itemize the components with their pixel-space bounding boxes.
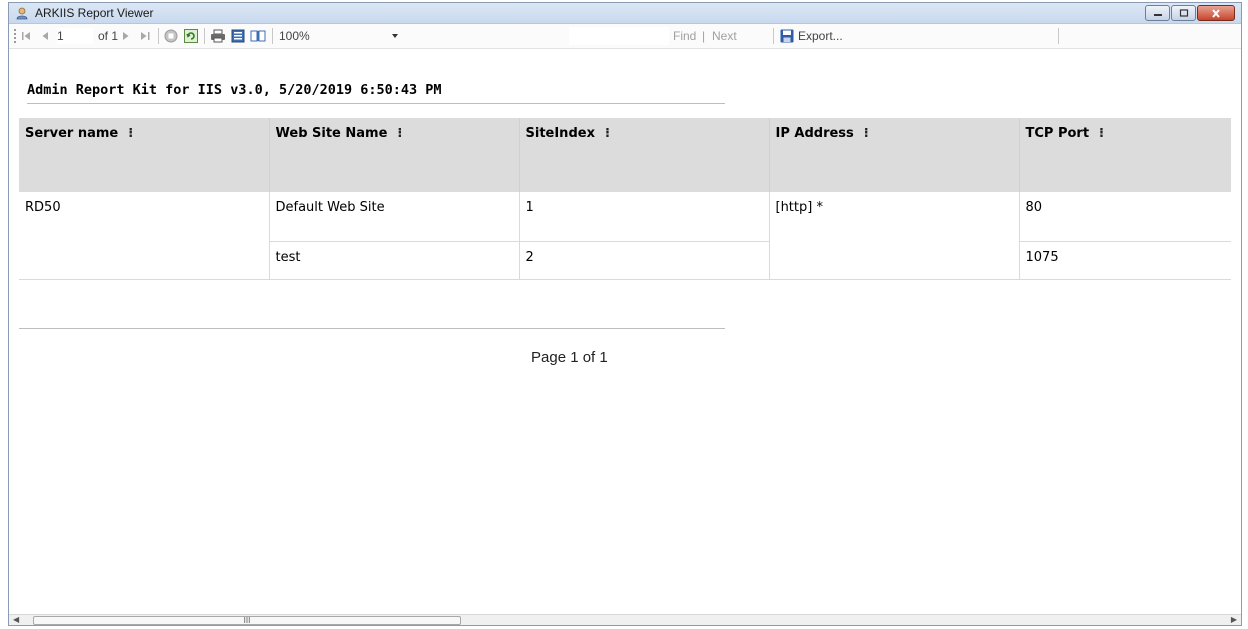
column-header-server-name[interactable]: Server name ⁝ [19,118,269,192]
horizontal-scrollbar[interactable]: ◀ III ▶ [9,614,1241,625]
table-header-row: Server name ⁝ Web Site Name ⁝ SiteIndex ⁝ I… [19,118,1231,192]
previous-page-button[interactable] [41,28,49,44]
toolbar-grip[interactable] [14,29,16,43]
page-count-label: of 1 [98,29,119,43]
sort-icon[interactable]: ⁝ [128,126,133,141]
zoom-value: 100% [279,29,310,43]
report-title: Admin Report Kit for IIS v3.0, 5/20/2019… [27,82,442,98]
printer-icon [211,29,225,43]
report-table-wrapper: Server name ⁝ Web Site Name ⁝ SiteIndex ⁝ I… [19,118,1239,280]
toolbar-separator [1058,28,1059,44]
stop-button[interactable] [164,28,178,44]
toolbar-separator [158,28,159,44]
refresh-button[interactable] [184,28,198,44]
minimize-icon [1153,14,1162,16]
window-controls [1145,5,1235,21]
column-header-label: Server name [25,126,119,141]
stop-icon [164,29,178,43]
sort-icon[interactable]: ⁝ [1099,126,1104,141]
toolbar-separator [204,28,205,44]
cell-server-name [19,241,269,280]
scrollbar-grip: III [243,616,251,625]
zoom-dropdown-arrow[interactable] [391,28,399,44]
first-page-button[interactable] [21,28,33,44]
report-table: Server name ⁝ Web Site Name ⁝ SiteIndex ⁝ I… [19,118,1231,280]
toolbar-separator [773,28,774,44]
column-header-label: IP Address [775,126,854,141]
table-row: test 2 1075 [19,241,1231,280]
export-label: Export... [798,29,843,43]
column-header-tcp-port[interactable]: TCP Port ⁝ [1018,118,1231,192]
print-layout-button[interactable] [231,28,245,44]
previous-page-icon [42,32,48,40]
sort-icon[interactable]: ⁝ [397,126,402,141]
user-report-icon [16,7,28,20]
cell-ip-address: [http] * [768,192,1019,241]
scroll-right-arrow[interactable]: ▶ [1231,615,1237,625]
minimize-button[interactable] [1145,5,1170,21]
sort-icon[interactable]: ⁝ [864,126,869,141]
column-header-siteindex[interactable]: SiteIndex ⁝ [518,118,769,192]
save-disk-icon [780,29,794,43]
sort-icon[interactable]: ⁝ [605,126,610,141]
cell-web-site-name: test [268,241,519,280]
page-footer-label: Page 1 of 1 [531,349,608,366]
window-title: ARKIIS Report Viewer [35,6,154,20]
maximize-icon [1179,9,1188,17]
find-input[interactable] [569,27,669,45]
first-page-icon [22,32,30,40]
export-button[interactable]: Export... [780,28,843,44]
report-toolbar: 1 of 1 100% Find | Next Export... [9,24,1241,49]
page-number-input[interactable]: 1 [57,28,93,44]
maximize-button[interactable] [1171,5,1196,21]
close-button[interactable] [1197,5,1235,21]
table-row: RD50 Default Web Site 1 [http] * 80 [19,192,1231,242]
zoom-select[interactable]: 100% [279,27,419,45]
next-page-button[interactable] [122,28,130,44]
scrollbar-thumb[interactable]: III [33,616,461,625]
next-page-icon [123,32,129,40]
toolbar-separator [272,28,273,44]
find-separator: | [702,29,706,43]
report-viewer-window: ARKIIS Report Viewer 1 of 1 100% Find | … [8,2,1242,626]
find-button[interactable]: Find [673,28,696,44]
column-header-ip-address[interactable]: IP Address ⁝ [768,118,1019,192]
cell-server-name: RD50 [25,200,61,215]
cell-tcp-port: 1075 [1018,241,1231,280]
cell-siteindex: 2 [518,241,769,280]
title-bar: ARKIIS Report Viewer [9,3,1241,24]
last-page-icon [141,32,150,40]
print-button[interactable] [210,28,226,44]
scroll-left-arrow[interactable]: ◀ [13,615,19,625]
last-page-button[interactable] [139,28,151,44]
close-icon [1212,8,1220,18]
cell-web-site-name: Default Web Site [268,192,519,242]
title-divider [27,103,725,104]
find-next-button[interactable]: Next [712,28,737,44]
page-setup-button[interactable] [250,28,266,44]
column-header-label: TCP Port [1025,126,1090,141]
cell-tcp-port: 80 [1018,192,1231,242]
footer-divider [19,328,725,329]
cell-ip-address [768,241,1019,280]
page-layout-icon [231,29,245,43]
column-header-web-site-name[interactable]: Web Site Name ⁝ [268,118,519,192]
chevron-down-icon [392,34,398,38]
column-header-label: SiteIndex [525,126,595,141]
refresh-icon [184,29,198,43]
column-header-label: Web Site Name [275,126,388,141]
cell-siteindex: 1 [518,192,769,242]
page-setup-icon [250,30,266,42]
